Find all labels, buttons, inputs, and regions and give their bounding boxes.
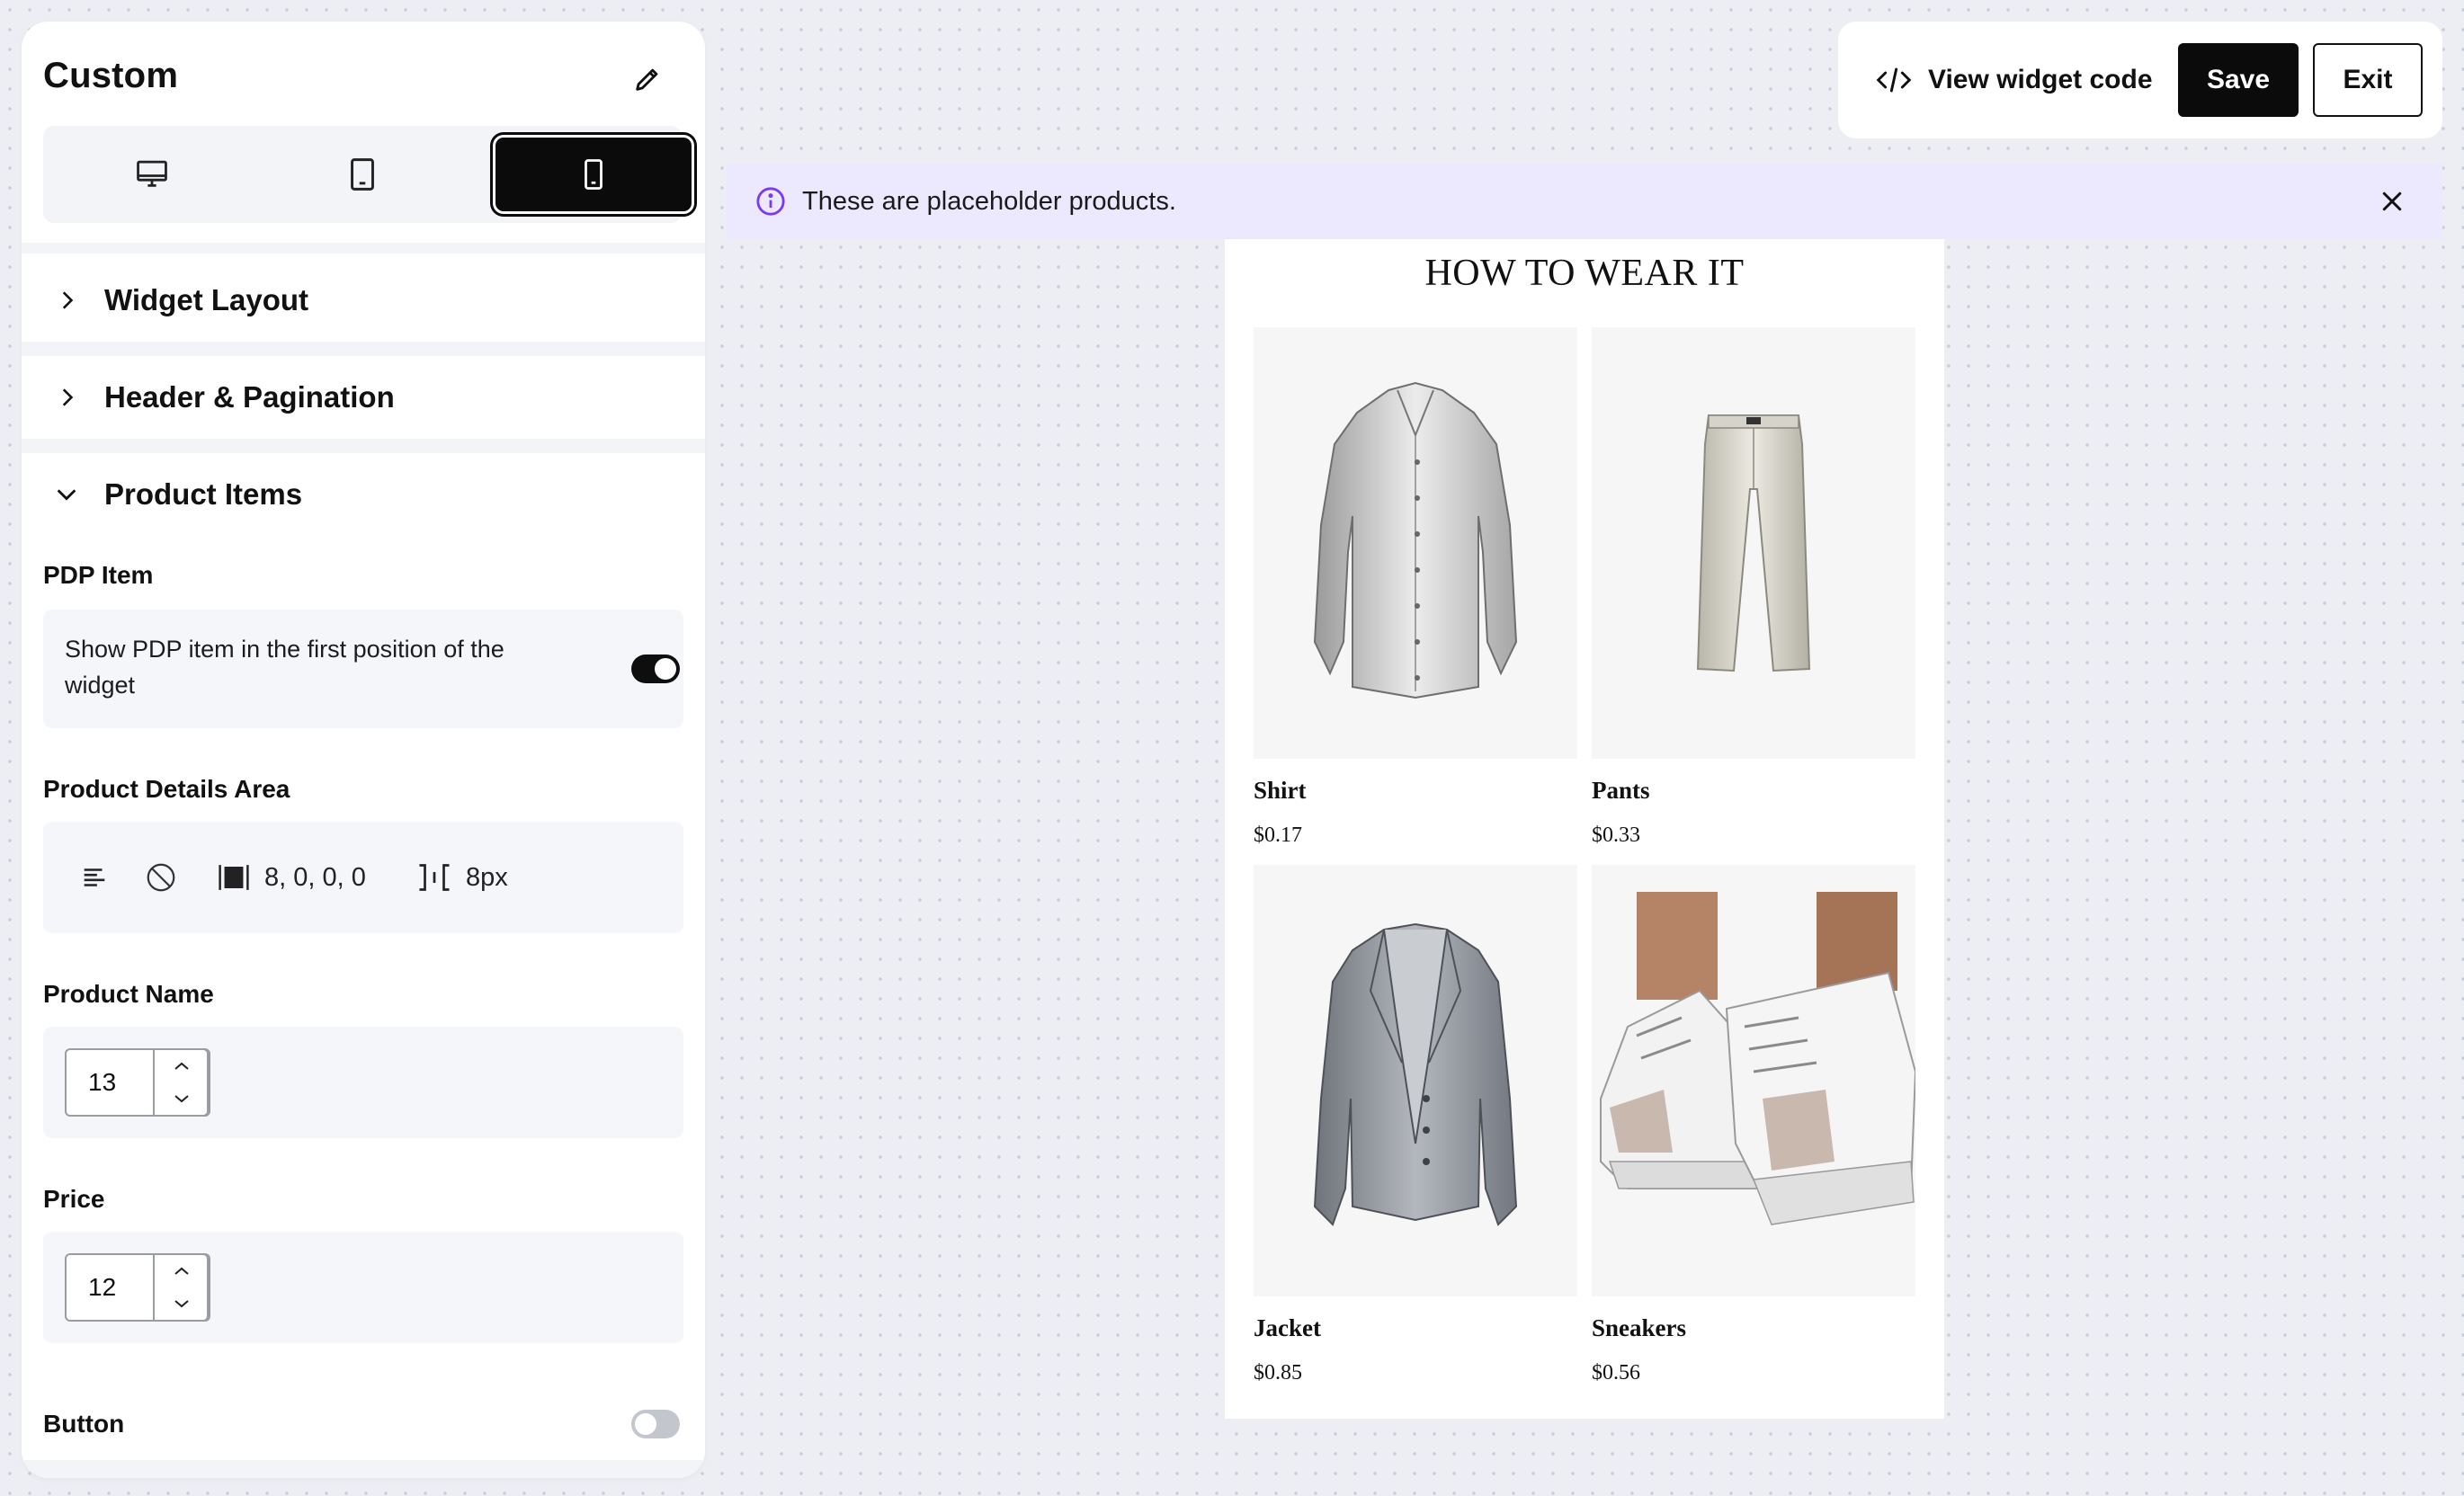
chevron-right-icon xyxy=(49,282,85,318)
divider xyxy=(22,439,705,453)
chevron-right-icon xyxy=(49,379,85,415)
info-icon xyxy=(755,186,786,217)
product-image-shirt xyxy=(1254,327,1577,759)
divider xyxy=(22,243,705,254)
product-image-sneakers xyxy=(1592,865,1915,1296)
mobile-icon[interactable] xyxy=(493,135,694,214)
stepper-value[interactable]: 12 xyxy=(88,1255,116,1320)
product-price: $0.17 xyxy=(1254,824,1302,847)
sidebar-header: Custom xyxy=(22,22,705,264)
save-button[interactable]: Save xyxy=(2178,43,2299,117)
chevron-up-icon[interactable] xyxy=(155,1255,209,1287)
button-toggle[interactable] xyxy=(631,1410,680,1438)
pdp-item-label: PDP Item xyxy=(43,561,154,589)
align-left-icon[interactable] xyxy=(79,822,110,933)
gap-value: 8px xyxy=(466,862,508,892)
product-image-pants xyxy=(1592,327,1915,759)
tablet-icon[interactable] xyxy=(263,126,462,223)
view-widget-code-label: View widget code xyxy=(1928,65,2153,94)
product-name-label: Product Name xyxy=(43,980,214,1008)
price-size-stepper[interactable]: 12 xyxy=(65,1253,210,1322)
no-background-icon[interactable] xyxy=(144,822,178,933)
product-name: Pants xyxy=(1592,777,1650,804)
stepper-arrows xyxy=(153,1253,210,1322)
device-switcher xyxy=(43,126,694,223)
section-label: Product Items xyxy=(104,477,303,511)
divider xyxy=(22,1460,705,1478)
exit-button[interactable]: Exit xyxy=(2313,43,2423,117)
product-price: $0.33 xyxy=(1592,824,1640,847)
price-label: Price xyxy=(43,1185,105,1213)
pdp-item-description: Show PDP item in the first position of t… xyxy=(65,636,504,699)
pdp-item-toggle[interactable] xyxy=(631,654,680,683)
divider xyxy=(22,342,705,356)
close-icon[interactable] xyxy=(2374,183,2410,219)
section-widget-layout[interactable]: Widget Layout xyxy=(22,259,705,342)
price-panel: 12 xyxy=(43,1232,683,1343)
padding-icon xyxy=(216,860,252,895)
chevron-down-icon[interactable] xyxy=(155,1082,209,1115)
section-header-pagination[interactable]: Header & Pagination xyxy=(22,356,705,439)
section-label: Widget Layout xyxy=(104,283,309,316)
gap-control[interactable]: 8px xyxy=(415,822,508,933)
widget-preview: HOW TO WEAR IT Shirt $0.17 Pants $0.33 J… xyxy=(1225,239,1944,1419)
button-label: Button xyxy=(43,1410,125,1438)
desktop-icon[interactable] xyxy=(52,126,252,223)
notice-text: These are placeholder products. xyxy=(802,186,1176,216)
chevron-down-icon[interactable] xyxy=(155,1287,209,1320)
gap-icon xyxy=(415,860,453,895)
action-bar: View widget code Save Exit xyxy=(1838,22,2442,138)
settings-sidebar: Custom Widget Layout Header & Pagination xyxy=(22,22,705,1478)
chevron-up-icon[interactable] xyxy=(155,1050,209,1082)
sidebar-title: Custom xyxy=(43,56,179,95)
product-name-panel: 13 xyxy=(43,1027,683,1138)
product-price: $0.85 xyxy=(1254,1361,1302,1385)
product-name: Sneakers xyxy=(1592,1314,1687,1341)
view-widget-code-button[interactable]: View widget code xyxy=(1876,43,2153,117)
product-image-jacket xyxy=(1254,865,1577,1296)
code-icon xyxy=(1876,66,1912,94)
placeholder-notice: These are placeholder products. xyxy=(727,164,2442,239)
product-details-area-label: Product Details Area xyxy=(43,775,290,803)
product-price: $0.56 xyxy=(1592,1361,1640,1385)
padding-control[interactable]: 8, 0, 0, 0 xyxy=(216,822,366,933)
section-product-items[interactable]: Product Items xyxy=(22,453,705,536)
stepper-value[interactable]: 13 xyxy=(88,1050,116,1115)
product-name: Shirt xyxy=(1254,777,1307,804)
stepper-arrows xyxy=(153,1048,210,1117)
widget-title: HOW TO WEAR IT xyxy=(1424,253,1745,294)
padding-value: 8, 0, 0, 0 xyxy=(264,862,366,892)
chevron-down-icon xyxy=(49,476,85,512)
pdp-item-panel: Show PDP item in the first position of t… xyxy=(43,610,683,728)
product-details-area-panel: 8, 0, 0, 0 8px xyxy=(43,822,683,933)
product-name-size-stepper[interactable]: 13 xyxy=(65,1048,210,1117)
section-label: Header & Pagination xyxy=(104,380,395,414)
pencil-icon[interactable] xyxy=(626,58,669,101)
product-name: Jacket xyxy=(1254,1314,1321,1341)
